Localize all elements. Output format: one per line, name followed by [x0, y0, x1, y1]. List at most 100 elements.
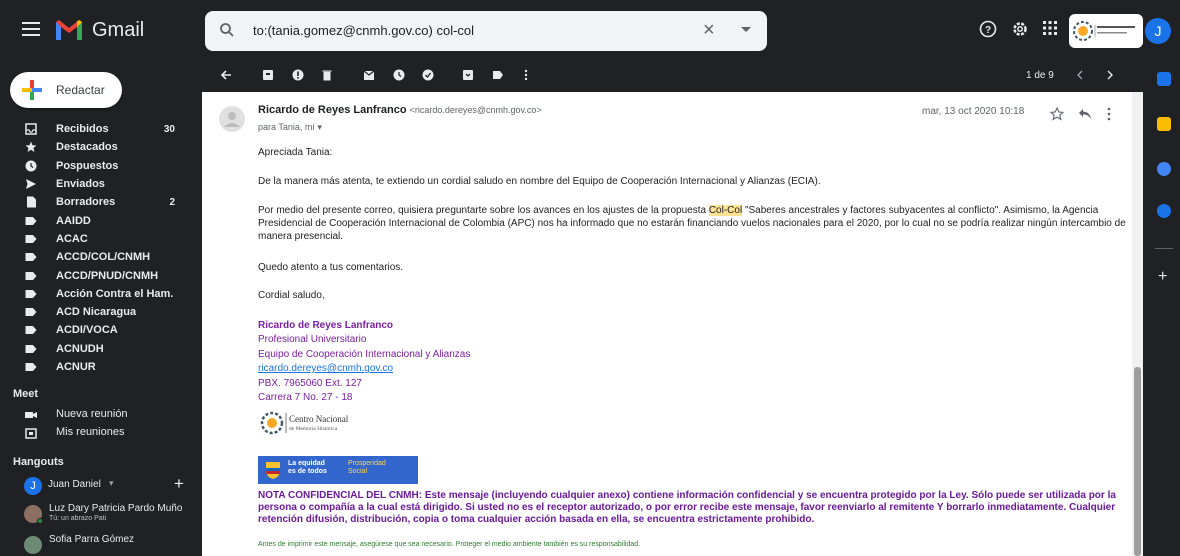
- sender-avatar: [219, 106, 245, 132]
- hangouts-heading: Hangouts: [13, 456, 64, 468]
- compose-button[interactable]: Redactar: [10, 72, 122, 108]
- recipients-line[interactable]: para Tania, mí ▾: [258, 122, 322, 133]
- add-task-icon[interactable]: [422, 69, 434, 81]
- sidebar-item-destacados[interactable]: Destacados: [0, 138, 195, 156]
- move-to-icon[interactable]: [462, 69, 474, 81]
- sidebar-item-borradores[interactable]: Borradores 2: [0, 193, 195, 211]
- top-bar: Gmail to:(tania.gomez@cnmh.gov.co) col-c…: [0, 0, 1180, 62]
- sidebar-item-label: Acción Contra el Ham...: [56, 287, 174, 300]
- search-bar[interactable]: to:(tania.gomez@cnmh.gov.co) col-col ×: [205, 11, 767, 51]
- coat-of-arms-icon: [266, 462, 280, 479]
- sidebar-item-aaidd[interactable]: AAIDD: [0, 211, 195, 229]
- delete-trash-icon[interactable]: [321, 69, 333, 81]
- sidebar-item-acnur[interactable]: ACNUR: [0, 358, 195, 376]
- contacts-app-icon[interactable]: [1157, 204, 1171, 218]
- clear-search-icon[interactable]: ×: [703, 19, 715, 42]
- sidebar-item-acdi-voca[interactable]: ACDI/VOCA: [0, 321, 195, 339]
- sidebar-item-label: ACDI/VOCA: [56, 324, 118, 337]
- keep-app-icon[interactable]: [1157, 117, 1171, 131]
- gmail-m-icon: [56, 20, 82, 40]
- sidebar-item-label: ACD Nicaragua: [56, 306, 137, 319]
- paragraph-1: De la manera más atenta, te extiendo un …: [258, 176, 821, 187]
- main-menu-icon[interactable]: [22, 22, 40, 36]
- back-arrow-icon[interactable]: [220, 69, 232, 81]
- hangouts-user[interactable]: J Juan Daniel ▾ +: [14, 474, 189, 497]
- signature-role: Profesional Universitario: [258, 334, 367, 345]
- chevron-down-icon[interactable]: ▾: [109, 478, 114, 489]
- unread-count: 30: [163, 123, 175, 135]
- label-tag-icon[interactable]: [492, 69, 504, 81]
- gmail-logo[interactable]: Gmail: [54, 18, 144, 42]
- greeting: Apreciada Tania:: [258, 147, 333, 158]
- scrollbar-thumb[interactable]: [1134, 367, 1141, 556]
- cnmh-logo: Centro Nacional de Memoria Histórica: [258, 408, 349, 438]
- sidebar-item-accd-col-cnmh[interactable]: ACCD/COL/CNMH: [0, 248, 195, 266]
- new-chat-plus-icon[interactable]: +: [174, 474, 184, 494]
- gov-entity: Prosperidad Social: [348, 460, 386, 475]
- snooze-clock-icon[interactable]: [393, 69, 405, 81]
- signature-phone: PBX. 7965060 Ext. 127: [258, 378, 362, 389]
- account-avatar[interactable]: J: [1145, 18, 1171, 44]
- more-vertical-icon[interactable]: [520, 69, 532, 81]
- label-icon: [25, 253, 37, 262]
- video-camera-icon: [25, 412, 37, 418]
- next-chevron-icon[interactable]: [1104, 69, 1116, 81]
- label-icon: [25, 271, 37, 280]
- meet-heading: Meet: [13, 388, 39, 400]
- sidebar-item-acd-nicaragua[interactable]: ACD Nicaragua: [0, 303, 195, 321]
- sidebar-item-acac[interactable]: ACAC: [0, 230, 195, 248]
- hangouts-user-name: Juan Daniel: [48, 479, 101, 490]
- app-name: Gmail: [92, 18, 145, 41]
- my-meetings-label: Mis reuniones: [56, 426, 125, 438]
- details-chevron-icon[interactable]: ▾: [317, 122, 322, 132]
- message-scrollbar[interactable]: [1132, 92, 1143, 556]
- archive-icon[interactable]: [262, 69, 274, 81]
- my-meetings-item[interactable]: Mis reuniones: [0, 424, 195, 442]
- reply-arrow-icon[interactable]: [1078, 108, 1092, 120]
- sidebar: Redactar Recibidos 30 Destacados Pospuestos…: [0, 62, 195, 556]
- more-options-icon[interactable]: [1106, 107, 1112, 121]
- sidebar-item-recibidos[interactable]: Recibidos 30: [0, 120, 195, 138]
- new-meeting-item[interactable]: Nueva reunión: [0, 406, 195, 424]
- contact-item[interactable]: Luz Dary Patricia Pardo Muño Tú: un abra…: [0, 503, 195, 525]
- organization-logo[interactable]: [1069, 14, 1143, 48]
- star-icon: [25, 141, 37, 153]
- message-date: mar, 13 oct 2020 10:18: [922, 106, 1025, 117]
- get-addons-plus-icon[interactable]: +: [1158, 268, 1167, 286]
- sidebar-item-enviados[interactable]: Enviados: [0, 175, 195, 193]
- label-icon: [25, 363, 37, 371]
- sidebar-item-accd-pnud-cnmh[interactable]: ACCD/PNUD/CNMH: [0, 266, 195, 284]
- contact-item[interactable]: Sofia Parra Gómez: [0, 534, 195, 556]
- search-icon[interactable]: [219, 22, 235, 38]
- settings-gear-icon[interactable]: [1010, 20, 1030, 40]
- new-meeting-label: Nueva reunión: [56, 408, 128, 420]
- sidebar-item-pospuestos[interactable]: Pospuestos: [0, 157, 195, 175]
- signature-email-link[interactable]: ricardo.dereyes@cnmh.gov.co: [258, 363, 393, 374]
- contact-name: Luz Dary Patricia Pardo Muño: [49, 503, 183, 514]
- paragraph-3: Quedo atento a tus comentarios.: [258, 262, 404, 273]
- previous-chevron-icon[interactable]: [1074, 69, 1086, 81]
- contact-avatar: [24, 536, 42, 554]
- search-input[interactable]: to:(tania.gomez@cnmh.gov.co) col-col: [253, 23, 474, 38]
- sidebar-item-label: Recibidos: [56, 123, 109, 136]
- gmail-window: Gmail to:(tania.gomez@cnmh.gov.co) col-c…: [0, 0, 1180, 556]
- search-options-icon[interactable]: [741, 27, 751, 32]
- svg-text:Centro Nacional: Centro Nacional: [289, 414, 349, 424]
- signature-name: Ricardo de Reyes Lanfranco: [258, 320, 394, 331]
- sender-line: Ricardo de Reyes Lanfranco <ricardo.derey…: [258, 104, 542, 116]
- mark-unread-icon[interactable]: [363, 69, 375, 81]
- sidebar-item-acci-n-contra-el-ham[interactable]: Acción Contra el Ham...: [0, 285, 195, 303]
- confidentiality-notice: NOTA CONFIDENCIAL DEL CNMH: Este mensaje…: [258, 490, 1116, 525]
- report-spam-icon[interactable]: [292, 69, 304, 81]
- sidebar-item-acnudh[interactable]: ACNUDH: [0, 340, 195, 358]
- send-icon: [26, 179, 36, 190]
- star-icon[interactable]: [1050, 107, 1064, 121]
- tasks-app-icon[interactable]: [1157, 162, 1171, 176]
- apps-grid-icon[interactable]: [1040, 20, 1060, 40]
- sidebar-item-label: Borradores: [56, 196, 116, 209]
- help-icon[interactable]: ?: [978, 20, 998, 40]
- draft-icon: [27, 196, 36, 208]
- calendar-app-icon[interactable]: [1157, 72, 1171, 86]
- label-icon: [25, 344, 37, 353]
- side-panel: +: [1145, 62, 1180, 556]
